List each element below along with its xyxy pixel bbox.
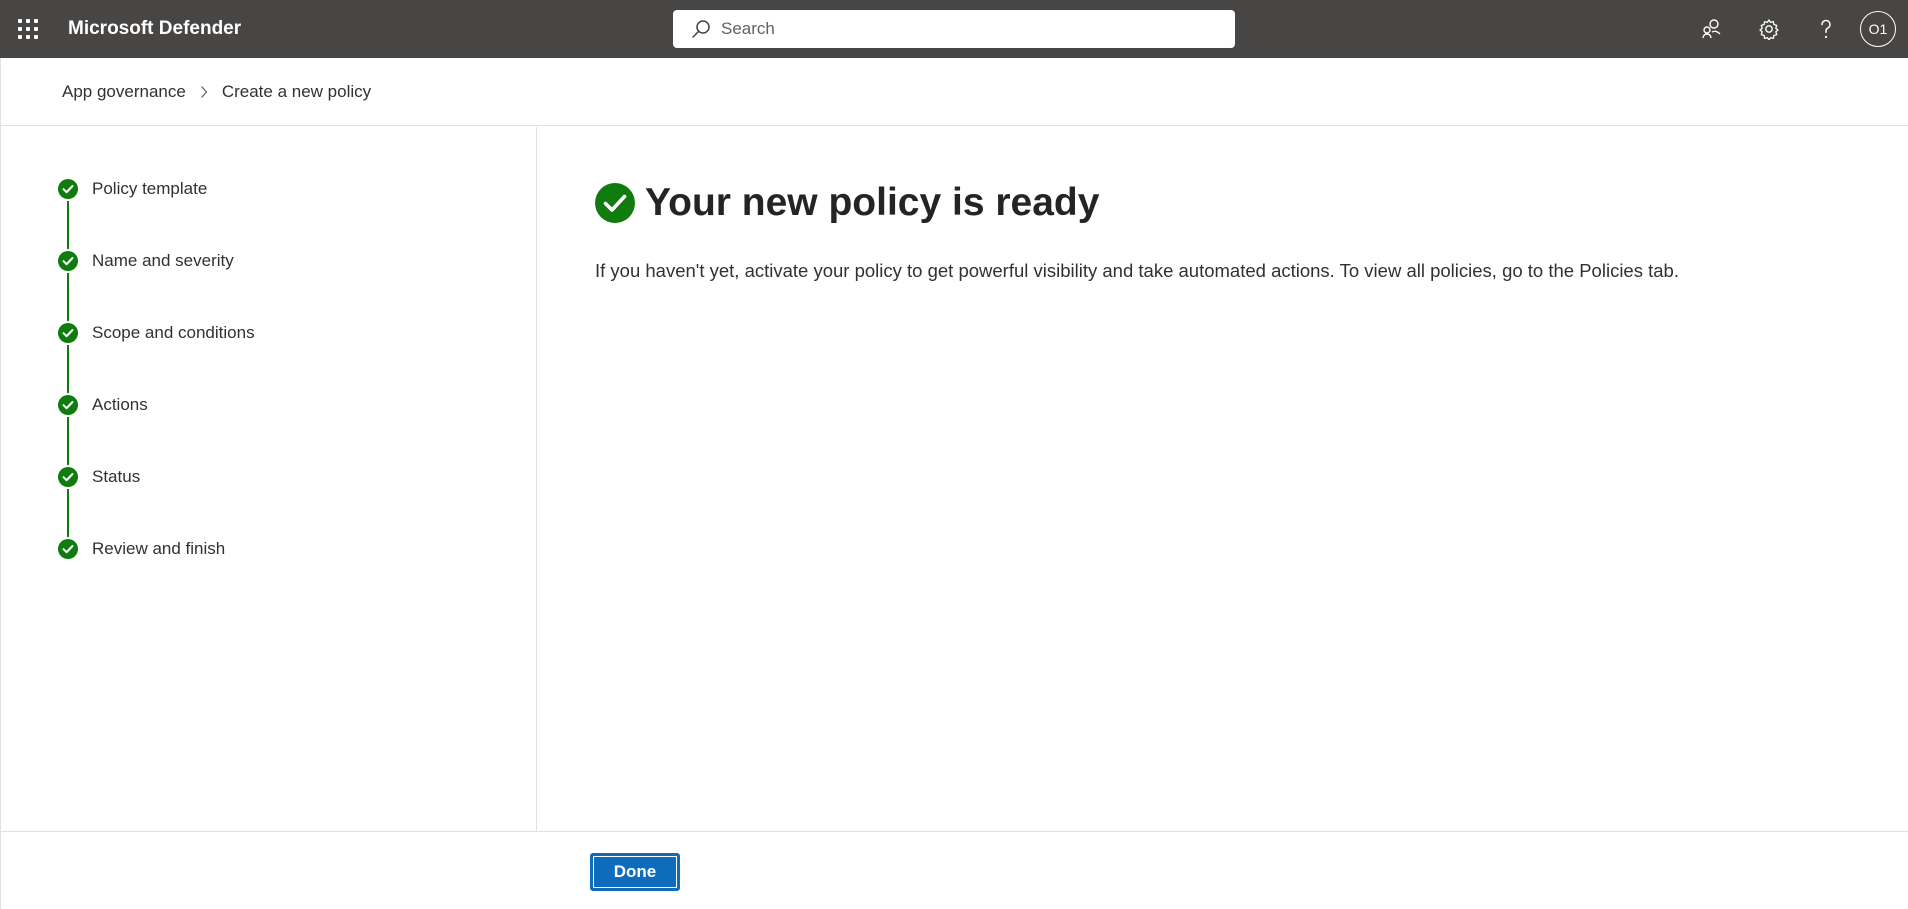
step-label: Scope and conditions <box>92 323 255 342</box>
help-button[interactable] <box>1797 0 1854 58</box>
search-placeholder: Search <box>721 19 775 38</box>
community-button[interactable] <box>1683 0 1740 58</box>
step-label: Status <box>92 467 141 486</box>
title-row: Your new policy is ready <box>595 181 1099 225</box>
checkmark-circle-icon <box>58 323 78 343</box>
step-label: Policy template <box>92 179 208 198</box>
checkmark-circle-icon <box>58 179 78 199</box>
breadcrumb: App governance Create a new policy <box>0 58 1908 126</box>
app-launcher-button[interactable] <box>0 0 56 58</box>
search-box[interactable]: Search <box>673 10 1235 48</box>
step-label: Review and finish <box>92 539 226 558</box>
checkmark-circle-icon <box>595 183 635 223</box>
step-label: Actions <box>92 395 148 414</box>
page-description: If you haven't yet, activate your policy… <box>595 260 1679 281</box>
step-connector <box>67 273 69 321</box>
settings-button[interactable] <box>1740 0 1797 58</box>
app-title[interactable]: Microsoft Defender <box>68 18 241 40</box>
checkmark-circle-icon <box>58 395 78 415</box>
help-icon <box>1820 19 1831 39</box>
gear-icon <box>1758 19 1779 40</box>
page-title: Your new policy is ready <box>645 181 1100 224</box>
top-bar: Microsoft Defender Search O1 <box>0 0 1908 58</box>
step-connector <box>67 489 69 537</box>
step-connector <box>67 345 69 393</box>
wizard-steps-pane: Policy template Name and severity Scope … <box>0 127 537 831</box>
footer: Done <box>0 831 1908 909</box>
step-review-and-finish[interactable]: Review and finish <box>58 537 225 561</box>
step-label: Name and severity <box>92 251 234 270</box>
search-icon <box>692 20 710 38</box>
step-actions[interactable]: Actions <box>58 393 148 417</box>
step-name-and-severity[interactable]: Name and severity <box>58 249 234 273</box>
done-button[interactable]: Done <box>590 853 680 891</box>
step-scope-and-conditions[interactable]: Scope and conditions <box>58 321 255 345</box>
community-icon <box>1701 19 1720 39</box>
breadcrumb-app-governance[interactable]: App governance <box>62 82 186 102</box>
step-status[interactable]: Status <box>58 465 140 489</box>
checkmark-circle-icon <box>58 539 78 559</box>
main-content: Your new policy is ready If you haven't … <box>538 127 1908 831</box>
checkmark-circle-icon <box>58 467 78 487</box>
chevron-right-icon <box>200 85 208 99</box>
avatar[interactable]: O1 <box>1860 11 1896 47</box>
breadcrumb-create-policy: Create a new policy <box>221 81 372 101</box>
step-policy-template[interactable]: Policy template <box>58 177 207 201</box>
app-launcher-icon <box>18 19 38 39</box>
step-connector <box>67 417 69 465</box>
checkmark-circle-icon <box>58 251 78 271</box>
step-connector <box>67 201 69 249</box>
top-actions: O1 <box>1683 0 1908 58</box>
